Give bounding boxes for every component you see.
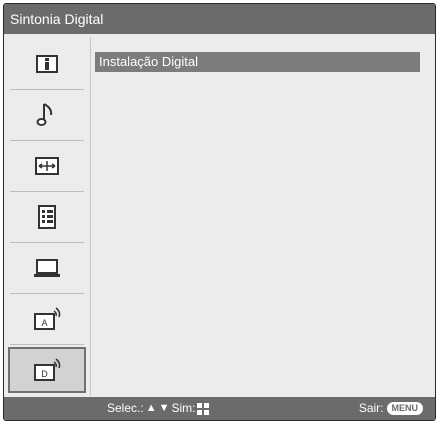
arrow-up-icon: ▲: [145, 402, 157, 414]
footer-right: Sair: MENU: [359, 397, 423, 420]
sidebar-item-sound[interactable]: [8, 92, 86, 138]
exit-label: Sair:: [358, 401, 384, 415]
info-icon: [36, 55, 58, 73]
music-note-icon: [36, 103, 53, 126]
sidebar-item-digital[interactable]: D: [8, 347, 86, 393]
menu-key-icon: MENU: [386, 402, 423, 415]
list-settings-icon: [38, 205, 56, 229]
pc-monitor-icon: [34, 259, 60, 277]
select-label: Selec.:: [107, 401, 144, 415]
sidebar-divider: [90, 37, 91, 396]
screen-adjust-icon: [35, 157, 59, 175]
main-content: Instalação Digital: [92, 37, 435, 396]
sidebar-item-info[interactable]: [8, 41, 86, 87]
footer-left: Selec.: ▲ ▼ Sim:: [107, 397, 210, 420]
analog-antenna-icon: A: [34, 307, 61, 330]
confirm-label: Sim:: [171, 401, 196, 415]
digital-antenna-icon: D: [34, 358, 61, 381]
svg-text:A: A: [41, 318, 47, 328]
sidebar-item-analog[interactable]: A: [8, 296, 86, 342]
tv-menu-window: Sintonia Digital A D Instalação Digital …: [3, 3, 436, 421]
menu-item-instalacao-digital[interactable]: Instalação Digital: [95, 52, 420, 72]
sidebar-item-screen[interactable]: [8, 143, 86, 189]
sidebar-item-pc[interactable]: [8, 245, 86, 291]
menu-title: Sintonia Digital: [4, 4, 435, 34]
sidebar-item-settings[interactable]: [8, 194, 86, 240]
svg-text:D: D: [41, 369, 48, 379]
sidebar: A D: [4, 37, 92, 396]
enter-button-icon: [197, 402, 210, 415]
arrow-down-icon: ▼: [158, 402, 170, 414]
footer-hint-bar: Selec.: ▲ ▼ Sim: Sair: MENU: [4, 397, 435, 420]
